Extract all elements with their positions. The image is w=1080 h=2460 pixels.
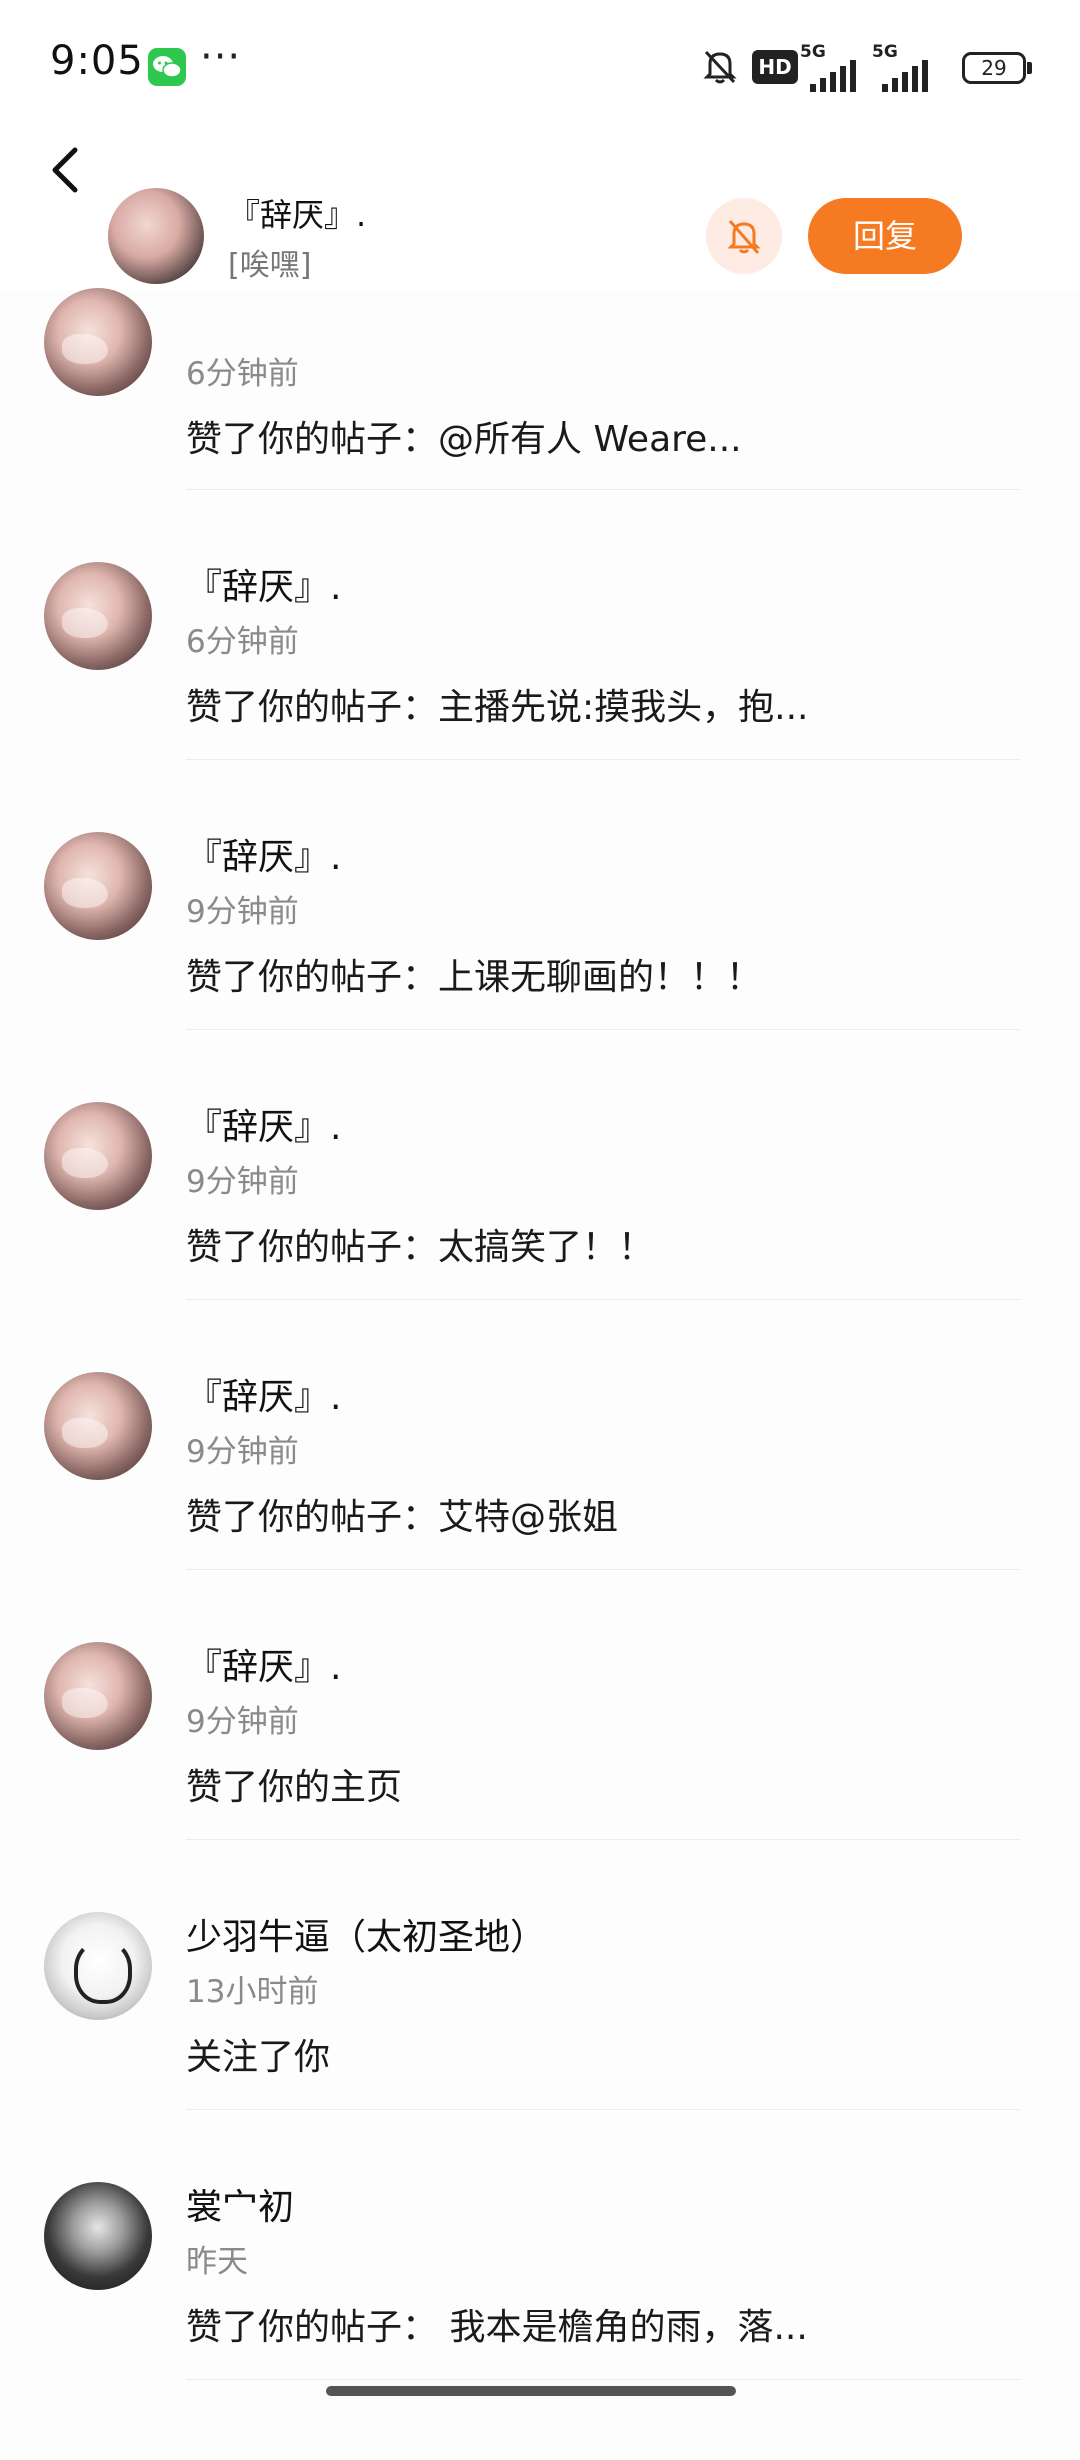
battery-tip (1027, 62, 1032, 74)
wechat-icon (148, 48, 186, 86)
list-item[interactable]: 6分钟前 赞了你的帖子：@所有人 Weare... (0, 288, 1080, 490)
item-message: 关注了你 (186, 2037, 331, 2078)
mute-notification-button[interactable] (706, 198, 782, 274)
notification-list: 6分钟前 赞了你的帖子：@所有人 Weare... 『辞厌』. 6分钟前 赞了你… (0, 288, 1080, 2380)
item-message: 赞了你的帖子：上课无聊画的！！！ (186, 957, 763, 998)
avatar[interactable] (44, 288, 152, 396)
reply-button[interactable]: 回复 (808, 198, 962, 274)
item-message: 赞了你的帖子：艾特@张姐 (186, 1497, 619, 1538)
list-item[interactable]: 裳宀初 昨天 赞了你的帖子： 我本是檐角的雨，落... (0, 2110, 1080, 2380)
avatar[interactable] (44, 1912, 152, 2020)
item-name: 『辞厌』. (186, 567, 342, 608)
item-message: 赞了你的主页 (186, 1767, 403, 1808)
mute-bell-icon (700, 46, 740, 90)
avatar[interactable] (44, 1102, 152, 1210)
more-notifications-icon: ··· (200, 34, 242, 80)
item-name: 裳宀初 (186, 2187, 295, 2228)
list-item[interactable]: 『辞厌』. 9分钟前 赞了你的主页 (0, 1570, 1080, 1840)
avatar[interactable] (44, 1642, 152, 1750)
back-button[interactable] (45, 140, 85, 200)
avatar[interactable] (44, 1372, 152, 1480)
avatar[interactable] (44, 832, 152, 940)
header-subtitle: [唉嘿] (228, 248, 312, 283)
sim2-label: 5G (872, 42, 898, 62)
status-time: 9:05 (50, 38, 144, 84)
item-name: 『辞厌』. (186, 1107, 342, 1148)
item-message: 赞了你的帖子：@所有人 Weare... (186, 419, 742, 460)
item-time: 6分钟前 (186, 624, 299, 660)
divider (186, 2379, 1020, 2380)
chevron-left-icon (52, 147, 78, 193)
item-time: 9分钟前 (186, 1704, 299, 1740)
notification-page: 9:05 ··· HD 5G 5G 29 『辞厌』. [唉嘿] 回复 6分钟前 … (0, 0, 1080, 2460)
avatar[interactable] (44, 2182, 152, 2290)
item-time: 9分钟前 (186, 894, 299, 930)
item-time: 13小时前 (186, 1974, 319, 2010)
list-item[interactable]: 『辞厌』. 9分钟前 赞了你的帖子：上课无聊画的！！！ (0, 760, 1080, 1030)
item-name: 『辞厌』. (186, 837, 342, 878)
item-time: 9分钟前 (186, 1164, 299, 1200)
item-name: 『辞厌』. (186, 1377, 342, 1418)
bell-off-icon (727, 220, 761, 254)
item-message: 赞了你的帖子：太搞笑了！！ (186, 1227, 655, 1268)
list-item[interactable]: 少羽牛逼（太初圣地） 13小时前 关注了你 (0, 1840, 1080, 2110)
sim1-label: 5G (800, 42, 826, 62)
avatar[interactable] (44, 562, 152, 670)
status-bar: 9:05 ··· HD 5G 5G 29 (0, 0, 1080, 140)
header-name: 『辞厌』. (228, 196, 367, 234)
item-name: 『辞厌』. (186, 1647, 342, 1688)
header-avatar[interactable] (108, 188, 204, 284)
conversation-header: 『辞厌』. [唉嘿] 回复 (0, 140, 1080, 290)
hd-badge: HD (752, 50, 798, 84)
item-name: 少羽牛逼（太初圣地） (186, 1917, 547, 1958)
item-time: 6分钟前 (186, 356, 299, 392)
item-time: 昨天 (186, 2244, 248, 2280)
battery-level: 29 (981, 56, 1007, 80)
item-message: 赞了你的帖子：主播先说:摸我头，抱... (186, 687, 809, 728)
list-item[interactable]: 『辞厌』. 9分钟前 赞了你的帖子：太搞笑了！！ (0, 1030, 1080, 1300)
home-indicator[interactable] (326, 2386, 736, 2396)
item-message: 赞了你的帖子： 我本是檐角的雨，落... (186, 2307, 808, 2348)
list-item[interactable]: 『辞厌』. 6分钟前 赞了你的帖子：主播先说:摸我头，抱... (0, 490, 1080, 760)
item-time: 9分钟前 (186, 1434, 299, 1470)
battery-icon: 29 (962, 52, 1026, 84)
list-item[interactable]: 『辞厌』. 9分钟前 赞了你的帖子：艾特@张姐 (0, 1300, 1080, 1570)
